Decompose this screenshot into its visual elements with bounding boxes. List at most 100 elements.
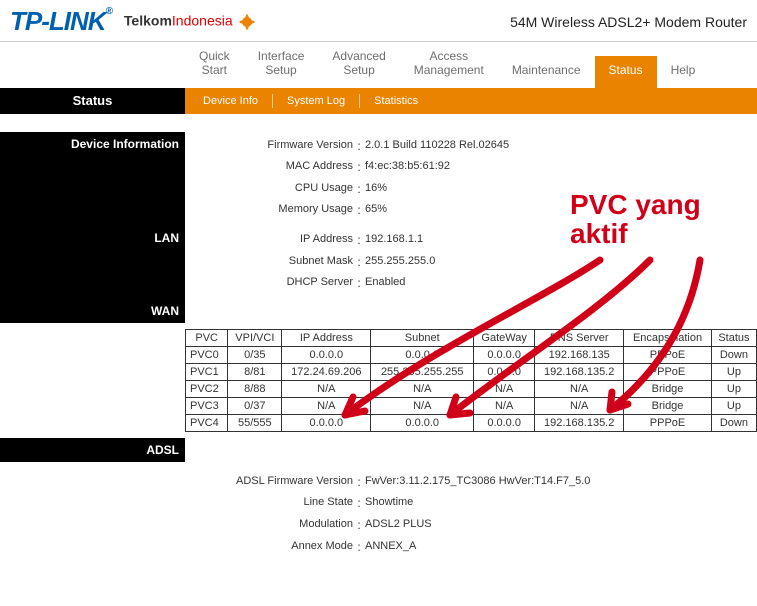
title-row: Status Device Info System Log Statistics bbox=[0, 88, 757, 114]
col-pvc: PVC bbox=[186, 329, 228, 346]
annotation-text: PVC yang aktif bbox=[570, 190, 701, 249]
table-cell: Down bbox=[711, 346, 756, 363]
col-ip: IP Address bbox=[282, 329, 371, 346]
page-header: TP-LINK® TelkomIndonesia 54M Wireless AD… bbox=[0, 0, 757, 41]
table-cell: 255.255.255.255 bbox=[371, 363, 474, 380]
page-title: Status bbox=[0, 88, 185, 114]
table-cell: Up bbox=[711, 363, 756, 380]
sub-nav: Device Info System Log Statistics bbox=[185, 88, 757, 114]
annotation-line2: aktif bbox=[570, 218, 628, 249]
table-cell: 55/555 bbox=[228, 414, 282, 431]
table-cell: 8/88 bbox=[228, 380, 282, 397]
label-firmware-version: Firmware Version bbox=[195, 136, 353, 158]
subnav-system-log[interactable]: System Log bbox=[273, 95, 359, 107]
table-row: PVC30/37N/AN/AN/AN/ABridgeUp bbox=[186, 397, 757, 414]
value-modulation: ADSL2 PLUS bbox=[365, 515, 747, 537]
table-cell: 0.0.0.0 bbox=[371, 414, 474, 431]
table-cell: Down bbox=[711, 414, 756, 431]
col-subnet: Subnet bbox=[371, 329, 474, 346]
col-dns: DNS Server bbox=[535, 329, 624, 346]
tplink-logo: TP-LINK® bbox=[10, 6, 112, 37]
telkom-prefix: Telkom bbox=[124, 12, 172, 28]
subnav-device-info[interactable]: Device Info bbox=[189, 95, 272, 107]
col-encap: Encapsulation bbox=[624, 329, 712, 346]
table-row: PVC28/88N/AN/AN/AN/ABridgeUp bbox=[186, 380, 757, 397]
table-cell: PPPoE bbox=[624, 414, 712, 431]
table-cell: N/A bbox=[282, 380, 371, 397]
col-gateway: GateWay bbox=[474, 329, 535, 346]
table-row: PVC455/5550.0.0.00.0.0.00.0.0.0192.168.1… bbox=[186, 414, 757, 431]
table-cell: N/A bbox=[282, 397, 371, 414]
table-cell: N/A bbox=[474, 397, 535, 414]
annotation-line1: PVC yang bbox=[570, 189, 701, 220]
label-line-state: Line State bbox=[195, 493, 353, 515]
subnav-statistics[interactable]: Statistics bbox=[360, 95, 432, 107]
section-label-wan: WAN bbox=[0, 299, 185, 323]
table-cell: 192.168.135.2 bbox=[535, 414, 624, 431]
table-cell: 0.0.0.0 bbox=[474, 414, 535, 431]
table-cell: Bridge bbox=[624, 397, 712, 414]
table-cell: 172.24.69.206 bbox=[282, 363, 371, 380]
table-cell: PVC3 bbox=[186, 397, 228, 414]
section-label-adsl: ADSL bbox=[0, 438, 185, 462]
value-lan-subnet: 255.255.255.0 bbox=[365, 252, 747, 274]
table-cell: Up bbox=[711, 380, 756, 397]
table-cell: N/A bbox=[371, 380, 474, 397]
wan-table: PVC VPI/VCI IP Address Subnet GateWay DN… bbox=[185, 329, 757, 432]
product-title: 54M Wireless ADSL2+ Modem Router bbox=[510, 14, 747, 30]
table-cell: N/A bbox=[474, 380, 535, 397]
table-cell: 192.168.135.2 bbox=[535, 363, 624, 380]
section-label-lan: LAN bbox=[0, 226, 185, 299]
label-cpu-usage: CPU Usage bbox=[195, 179, 353, 201]
value-annex-mode: ANNEX_A bbox=[365, 537, 747, 559]
label-modulation: Modulation bbox=[195, 515, 353, 537]
col-status: Status bbox=[711, 329, 756, 346]
value-adsl-fw: FwVer:3.11.2.175_TC3086 HwVer:T14.F7_5.0 bbox=[365, 472, 747, 494]
table-cell: PPPoE bbox=[624, 363, 712, 380]
tab-advanced-setup[interactable]: AdvancedSetup bbox=[318, 42, 399, 88]
table-row: PVC18/81172.24.69.206255.255.255.2550.0.… bbox=[186, 363, 757, 380]
label-lan-ip: IP Address bbox=[195, 230, 353, 252]
nav-left-spacer bbox=[0, 42, 185, 88]
table-cell: 0.0.0.0 bbox=[474, 363, 535, 380]
telkom-swirl-icon bbox=[237, 12, 257, 32]
table-cell: 0.0.0.0 bbox=[282, 346, 371, 363]
tab-help[interactable]: Help bbox=[657, 56, 710, 88]
table-cell: Bridge bbox=[624, 380, 712, 397]
col-vpivci: VPI/VCI bbox=[228, 329, 282, 346]
label-lan-subnet: Subnet Mask bbox=[195, 252, 353, 274]
logo-group: TP-LINK® TelkomIndonesia bbox=[10, 6, 257, 37]
tab-access-management[interactable]: AccessManagement bbox=[400, 42, 498, 88]
main-nav: QuickStart InterfaceSetup AdvancedSetup … bbox=[0, 42, 757, 88]
table-cell: 0/37 bbox=[228, 397, 282, 414]
table-cell: N/A bbox=[535, 380, 624, 397]
table-cell: PVC4 bbox=[186, 414, 228, 431]
tplink-logo-text: TP-LINK bbox=[10, 6, 106, 36]
tab-status[interactable]: Status bbox=[595, 56, 657, 88]
value-mac-address: f4:ec:38:b5:61:92 bbox=[365, 157, 747, 179]
section-wan: WAN bbox=[0, 299, 757, 323]
value-firmware-version: 2.0.1 Build 110228 Rel.02645 bbox=[365, 136, 747, 158]
table-cell: 8/81 bbox=[228, 363, 282, 380]
telkom-suffix: Indonesia bbox=[172, 12, 233, 28]
section-label-device-info: Device Information bbox=[0, 132, 185, 226]
tab-maintenance[interactable]: Maintenance bbox=[498, 56, 595, 88]
table-cell: PPPoE bbox=[624, 346, 712, 363]
value-line-state: Showtime bbox=[365, 493, 747, 515]
table-cell: 192.168.135 bbox=[535, 346, 624, 363]
value-lan-dhcp: Enabled bbox=[365, 273, 747, 295]
registered-mark: ® bbox=[106, 6, 112, 17]
tab-quick-start[interactable]: QuickStart bbox=[185, 42, 244, 88]
table-row: PVC00/350.0.0.00.0.0.00.0.0.0192.168.135… bbox=[186, 346, 757, 363]
table-cell: 0.0.0.0 bbox=[371, 346, 474, 363]
tab-interface-setup[interactable]: InterfaceSetup bbox=[244, 42, 319, 88]
wan-table-header-row: PVC VPI/VCI IP Address Subnet GateWay DN… bbox=[186, 329, 757, 346]
label-adsl-fw: ADSL Firmware Version bbox=[195, 472, 353, 494]
table-cell: PVC0 bbox=[186, 346, 228, 363]
adsl-kv: ADSL Firmware Version:FwVer:3.11.2.175_T… bbox=[195, 468, 747, 562]
table-cell: 0.0.0.0 bbox=[282, 414, 371, 431]
table-cell: 0/35 bbox=[228, 346, 282, 363]
table-cell: Up bbox=[711, 397, 756, 414]
table-cell: PVC1 bbox=[186, 363, 228, 380]
table-cell: N/A bbox=[371, 397, 474, 414]
